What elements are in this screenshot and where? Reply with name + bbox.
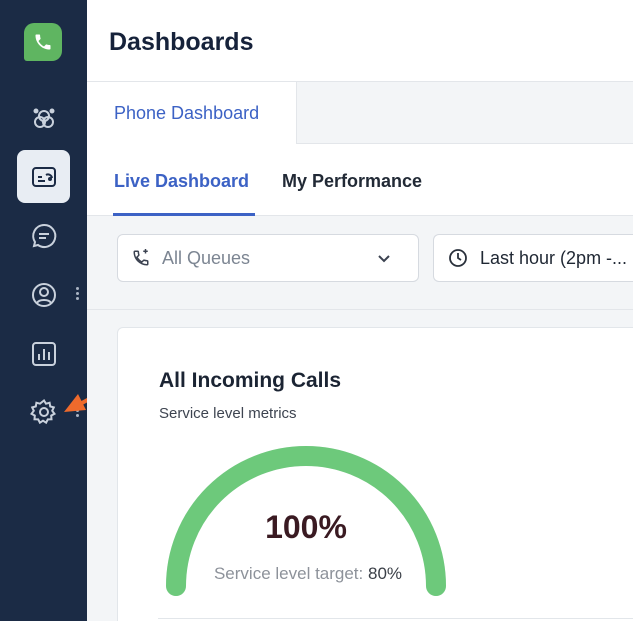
queues-select-value: All Queues: [162, 247, 251, 268]
tab-live-dashboard[interactable]: Live Dashboard: [114, 171, 249, 192]
service-level-target: Service level target: 80%: [178, 564, 438, 584]
bar-chart-icon: [31, 341, 56, 366]
gear-icon: [29, 398, 56, 424]
sidebar-item-contacts[interactable]: [17, 268, 70, 321]
sidebar-item-dashboards[interactable]: [17, 150, 70, 203]
clock-icon: [448, 248, 468, 268]
dashboard-tabbar: Phone Dashboard: [87, 82, 633, 144]
tab-phone-dashboard[interactable]: Phone Dashboard: [87, 82, 297, 144]
main-content: Dashboards Phone Dashboard Live Dashboar…: [87, 0, 633, 621]
dashboard-icon: [31, 166, 56, 187]
target-label: Service level target:: [213, 564, 364, 583]
queues-select[interactable]: All Queues: [117, 234, 419, 282]
phone-icon: [35, 34, 51, 50]
sidebar-item-messages[interactable]: [17, 209, 70, 262]
chevron-down-icon: [378, 255, 390, 263]
target-value: 80%: [368, 564, 403, 583]
page-title: Dashboards: [109, 28, 254, 56]
time-range-value: Last hour (2pm -...: [480, 247, 628, 268]
more-options-icon[interactable]: [74, 285, 80, 305]
sidebar-item-workflows[interactable]: [17, 92, 70, 145]
sidebar: [0, 0, 87, 621]
page-header: Dashboards: [87, 0, 633, 82]
divider: [158, 618, 633, 619]
card-title: All Incoming Calls: [159, 369, 342, 392]
chat-icon: [31, 223, 56, 248]
user-icon: [31, 282, 56, 307]
queue-icon: [132, 249, 150, 267]
time-range-select[interactable]: Last hour (2pm -...: [433, 234, 633, 282]
filter-bar: All Queues Last hour (2pm -...: [87, 216, 633, 310]
nodes-icon: [33, 108, 54, 128]
card-subtitle: Service level metrics: [159, 405, 297, 422]
tab-my-performance[interactable]: My Performance: [282, 171, 422, 192]
gauge-value: 100%: [265, 509, 347, 545]
view-subtabs: Live Dashboard My Performance: [87, 144, 633, 216]
incoming-calls-card: All Incoming Calls Service level metrics…: [117, 327, 633, 621]
app-logo[interactable]: [24, 23, 62, 61]
